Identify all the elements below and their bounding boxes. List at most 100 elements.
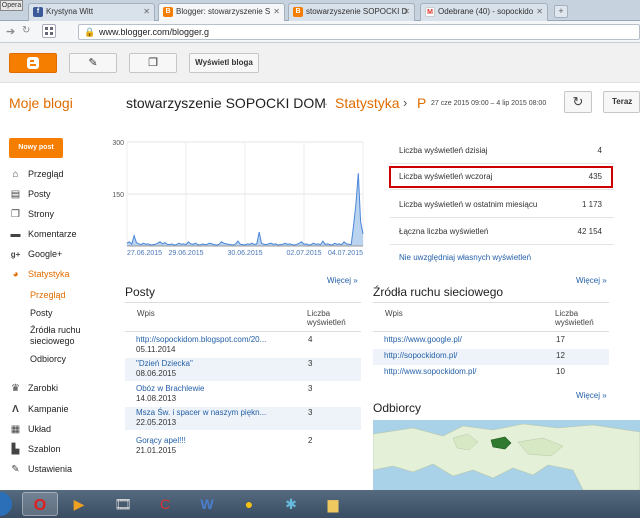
stats-row-last-month: Liczba wyświetleń w ostatnim miesiącu 1 1… <box>390 192 614 218</box>
divider <box>373 331 609 332</box>
sidebar-sub-overview[interactable]: Przegląd <box>30 290 66 300</box>
url-text: www.blogger.com/blogger.g <box>99 27 210 37</box>
posts-col-entry: Wpis <box>137 309 155 318</box>
tab-title: Blogger: stowarzyszenie S <box>176 7 271 16</box>
sidebar-item-label: Szablon <box>28 444 61 454</box>
stats-pie-icon: ◕ <box>12 269 19 281</box>
stats-row-total: Łączna liczba wyświetleń 42 154 <box>390 219 614 245</box>
back-arrow-icon[interactable]: ➔ <box>6 25 15 38</box>
x-tick-label: 29.06.2015 <box>168 250 203 257</box>
audience-world-map[interactable] <box>373 420 640 490</box>
close-tab-icon[interactable]: ✕ <box>143 4 150 20</box>
sidebar-item-layout[interactable]: ▦ Układ <box>9 424 51 435</box>
page-title: Statystyka <box>335 95 400 111</box>
taskbar-ccleaner[interactable]: C <box>150 492 180 516</box>
posts-icon: ▤ <box>10 189 21 201</box>
stat-label: Liczba wyświetleń dzisiaj <box>399 146 488 155</box>
close-tab-icon[interactable]: ✕ <box>273 4 280 20</box>
url-field[interactable]: 🔒 www.blogger.com/blogger.g <box>78 24 640 40</box>
traffic-more-link[interactable]: Więcej » <box>576 276 607 285</box>
view-blog-button[interactable]: Wyświetl bloga <box>189 53 259 73</box>
view-posts-button[interactable]: ❐ <box>129 53 177 73</box>
post-title-link[interactable]: http://sopockidom.blogspot.com/20... <box>136 335 266 344</box>
chevron-right-icon: › <box>403 95 408 110</box>
traffic-source-link[interactable]: http://www.sopockidom.pl/ <box>384 367 476 376</box>
taskbar-word[interactable]: W <box>192 492 222 516</box>
my-blogs-link[interactable]: Moje blogi <box>9 95 73 111</box>
sidebar-item-overview[interactable]: ⌂ Przegląd <box>9 169 64 180</box>
exclude-own-views-link[interactable]: Nie uwzględniaj własnych wyświetleń <box>399 253 531 262</box>
browser-tab-gmail[interactable]: M Odebrane (40) - sopockido ✕ <box>420 3 548 21</box>
chrome-icon: ● <box>244 496 254 512</box>
posts-more-link[interactable]: Więcej » <box>327 276 358 285</box>
new-post-button[interactable]: Nowy post <box>9 138 63 158</box>
opera-menu-button[interactable]: Opera <box>0 0 23 11</box>
post-title-link[interactable]: Gorący apel!!! <box>136 436 186 445</box>
highlight-box <box>389 166 613 188</box>
sidebar-item-comments[interactable]: ▬ Komentarze <box>9 229 77 240</box>
divider <box>125 302 361 303</box>
sidebar-sub-traffic-sources[interactable]: Źródła ruchu <box>30 325 81 335</box>
new-post-pencil-button[interactable]: ✎ <box>69 53 117 73</box>
blogger-home-button[interactable] <box>9 53 57 73</box>
media-player-icon: ▶ <box>73 496 85 512</box>
now-dropdown-button[interactable]: Teraz <box>603 91 640 113</box>
reload-icon[interactable]: ↻ <box>22 25 30 36</box>
sidebar-item-label: Google+ <box>28 249 63 259</box>
blogger-icon: B <box>163 7 173 17</box>
sidebar-item-label: Przegląd <box>28 169 64 179</box>
close-tab-icon[interactable]: ✕ <box>403 4 410 20</box>
taskbar-network-app[interactable]: ✱ <box>276 492 306 516</box>
sidebar-item-settings[interactable]: ✎ Ustawienia <box>9 464 72 475</box>
sidebar-item-pages[interactable]: ❐ Strony <box>9 209 54 220</box>
traffic-section-title: Źródła ruchu sieciowego <box>373 285 504 299</box>
browser-tab-facebook[interactable]: f Krystyna Witt ✕ <box>28 3 155 21</box>
blog-name: stowarzyszenie SOPOCKI DOM <box>126 95 326 111</box>
sidebar-item-earnings[interactable]: ♛ Zarobki <box>9 383 58 394</box>
word-icon: W <box>200 496 214 512</box>
post-title-link[interactable]: Obóz w Brachlewie <box>136 384 204 393</box>
x-tick-label: 02.07.2015 <box>286 250 321 257</box>
sidebar-sub-traffic-sources-line2[interactable]: sieciowego <box>30 336 75 346</box>
sidebar-item-stats[interactable]: ◕ Statystyka <box>9 269 69 281</box>
taskbar-video-editor[interactable]: 🎞 <box>108 492 138 516</box>
post-date: 14.08.2013 <box>136 394 177 403</box>
sidebar-sub-audience[interactable]: Odbiorcy <box>30 354 66 364</box>
post-title-link[interactable]: "Dzień Dziecka" <box>136 359 193 368</box>
post-views: 3 <box>308 359 313 368</box>
template-icon: ▙ <box>11 444 20 456</box>
taskbar-chrome[interactable]: ● <box>234 492 264 516</box>
traffic-source-link[interactable]: https://www.google.pl/ <box>384 335 462 344</box>
refresh-button[interactable]: ↻ <box>564 91 592 113</box>
browser-tab-blog[interactable]: B stowarzyszenie SOPOCKI D ✕ <box>288 3 415 21</box>
sidebar-item-google-plus[interactable]: g+ Google+ <box>9 249 63 260</box>
blogger-logo-icon <box>27 57 39 69</box>
sidebar-item-posts[interactable]: ▤ Posty <box>9 189 51 200</box>
taskbar-media-player[interactable]: ▶ <box>64 492 94 516</box>
browser-tab-blogger-active[interactable]: B Blogger: stowarzyszenie S ✕ <box>158 3 285 21</box>
tab-title: stowarzyszenie SOPOCKI D <box>306 7 408 16</box>
taskbar-explorer[interactable]: ▆ <box>318 492 348 516</box>
sidebar-sub-posts[interactable]: Posty <box>30 308 53 318</box>
sidebar-item-campaigns[interactable]: Λ Kampanie <box>9 404 68 415</box>
sub-page-title: P <box>417 95 427 111</box>
sidebar-item-template[interactable]: ▙ Szablon <box>9 444 61 455</box>
speed-dial-icon[interactable] <box>42 24 56 38</box>
audience-more-link[interactable]: Więcej » <box>576 391 607 400</box>
close-tab-icon[interactable]: ✕ <box>536 4 543 20</box>
stat-value: 1 173 <box>581 200 602 209</box>
date-range: 27 cze 2015 09:00 – 4 lip 2015 08:00 <box>431 100 547 107</box>
traffic-views: 10 <box>556 367 565 376</box>
network-app-icon: ✱ <box>285 496 297 512</box>
taskbar-opera[interactable]: O <box>22 492 58 516</box>
table-row: Obóz w Brachlewie 14.08.2013 3 <box>125 383 361 406</box>
pageviews-chart: 300 150 27.06.2015 29.06.2015 30.06.2015 02.0… <box>105 138 367 258</box>
post-title-link[interactable]: Msza Św. i spacer w naszym piękn... <box>136 408 266 417</box>
traffic-source-link[interactable]: http://sopockidom.pl/ <box>384 351 457 360</box>
post-views: 3 <box>308 408 313 417</box>
posts-section-title: Posty <box>125 285 156 299</box>
divider <box>125 331 361 332</box>
new-tab-button[interactable]: + <box>554 5 568 18</box>
facebook-icon: f <box>33 7 43 17</box>
x-tick-label: 27.06.2015 <box>127 250 162 257</box>
